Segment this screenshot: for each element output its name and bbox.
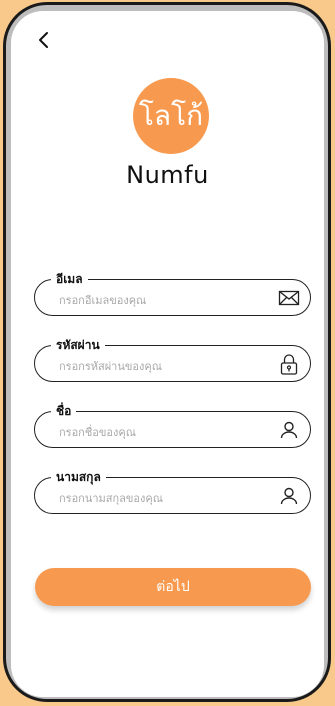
back-arrow-icon[interactable]: [33, 29, 55, 51]
password-label: รหัสผ่าน: [51, 336, 105, 355]
brand-name: Numfu: [126, 161, 209, 189]
last-name-label: นามสกุล: [51, 468, 106, 487]
user-icon: [280, 487, 298, 505]
email-placeholder: กรอกอีเมลของคุณ: [59, 294, 147, 307]
last-name-placeholder: กรอกนามสกุลของคุณ: [59, 492, 163, 505]
lock-icon: [280, 354, 298, 375]
user-icon: [280, 421, 298, 439]
envelope-icon: [278, 290, 300, 306]
app-logo: โลโก้: [133, 78, 209, 154]
logo-text: โลโก้: [138, 99, 204, 132]
app-screen: โลโก้ Numfu อีเมล กรอกอีเมลของคุณ รหัสผ่…: [11, 11, 324, 697]
email-label: อีเมล: [51, 270, 88, 289]
first-name-placeholder: กรอกชื่อของคุณ: [59, 426, 136, 439]
first-name-label: ชื่อ: [51, 402, 77, 421]
password-field[interactable]: รหัสผ่าน กรอกรหัสผ่านของคุณ: [34, 336, 311, 382]
first-name-field[interactable]: ชื่อ กรอกชื่อของคุณ: [34, 402, 311, 448]
next-button[interactable]: ต่อไป: [35, 568, 311, 606]
last-name-field[interactable]: นามสกุล กรอกนามสกุลของคุณ: [34, 468, 311, 514]
email-field[interactable]: อีเมล กรอกอีเมลของคุณ: [34, 270, 311, 316]
password-placeholder: กรอกรหัสผ่านของคุณ: [59, 360, 162, 373]
